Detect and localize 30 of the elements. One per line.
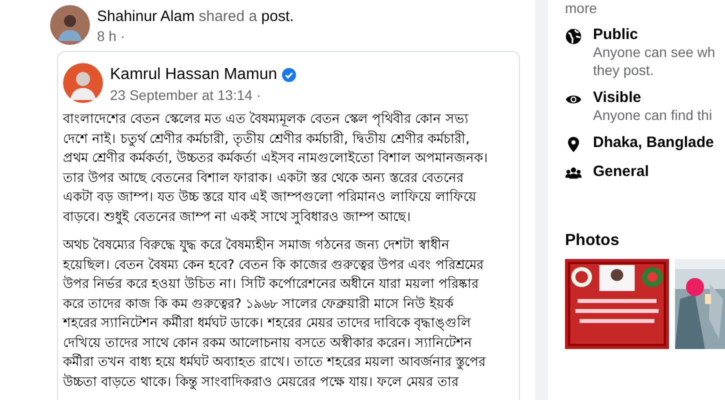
text-line: করে তাদের কাজ কি কম গুরুত্বের? ১৯৬৮ সালের ফেব্রুয়ারী মাসে নিউ ইয়র্ক [63,294,454,314]
see-more-link[interactable]: more [565,0,725,16]
text-line: কর্মীরা তখন বাধ্য হয়ে ধর্মঘট অব্যাহত রাখে। তাতে শহরের ময়লা আবর্জনার স্তুপের [63,353,486,372]
text-line: প্রথম শ্রেণীর কর্মকর্তা, উচ্চতর কর্মকর্তা এইসব নামগুলোইতো বিশাল অপমানজনক। [63,149,488,168]
text-line: বাড়বে। শুধুই বেতনের জাম্প না একই সাথে সুবিধারও জাম্প আছে। [63,208,412,227]
info-title: Public [593,26,640,43]
avatar[interactable] [50,5,90,45]
globe-icon [565,28,582,45]
text-line: হয়েছিল। বেতন বৈষম্য কেন হবে? বেতন কি কাজের গুরুত্বের উপর এবং পরিশ্রমের [63,256,484,274]
section-heading: Photos [565,232,620,250]
text-line: একটা বড় জাম্প। যত উচ্চ স্তরে যাব এই জাম্পগুলো পরিমানও লাফিয়ে লাফিয়ে [63,188,476,207]
text-line: অথচ বৈষম্যের বিরুদ্ধে যুদ্ধ করে বৈষম্যহীন সমাজ গঠনের জন্য দেশটা স্বাধীন [63,236,450,255]
text-line: বাংলাদেশের বেতন স্কেলের মত এত বৈষম্যমূলক বেতন স্কেল পৃথিবীর কোন সভ্য [63,110,468,129]
info-description: they post. [593,61,655,79]
post-time[interactable]: 8 h · [97,28,294,44]
text-line: দেখিয়ে তাদের সাথে কোন রকম আলোচনায় বসতে অস্বীকার করেন। স্যানিটেশন [63,334,472,352]
info-description: Anyone can see wh [593,43,716,61]
text-line: উচ্চতা বাড়তে থাকে। কিন্তু সাংবাদিকরাও মেয়রের পক্ষে যায়। ফলে মেয়র তার [63,372,458,392]
info-title: Dhaka, Banglade [593,134,714,151]
text-line: তার উপর আছে বেতনের বিশাল ফারাক। একটা স্তর থেকে অন্য স্তরের বেতনের [63,168,464,188]
text-line: দেশে নাই। চতুর্থ শ্রেণীর কর্মচারী, তৃতীয় শ্রেণীর কর্মচারী, দ্বিতীয় শ্রেণীর কর্মচারী, [63,130,470,149]
post-time[interactable]: 23 September at 13:14 · [110,87,296,103]
text-line: উপর নির্ভর করে হওয়া উচিত না। সিটি কর্পোরেশনের অধীনে যারা ময়লা পরিষ্কার [63,275,478,294]
info-description: Anyone can find thi [593,106,712,124]
info-title: General [593,163,649,180]
author-name[interactable]: Kamrul Hassan Mamun [110,66,278,84]
info-title: Visible [593,89,642,106]
text-line: শহরের স্যানিটেশন কর্মীরা ধর্মঘট ডাকে। শহরের মেয়র তাদের দাবিকে বৃদ্ধাঙ্গুলি [63,314,472,333]
location-pin-icon [565,136,582,153]
share-line: Shahinur Alam shared a post. [97,8,294,25]
